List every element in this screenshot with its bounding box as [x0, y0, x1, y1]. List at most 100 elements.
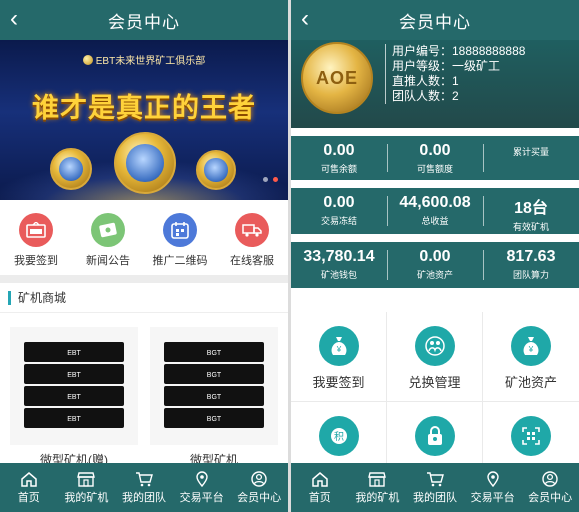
coin-icon [50, 148, 92, 190]
tab-trade[interactable]: 交易平台 [174, 470, 230, 505]
security-icon [414, 416, 455, 456]
shop-icon [77, 471, 96, 487]
tab-label: 我的矿机 [64, 491, 109, 504]
tab-home[interactable]: 首页 [292, 471, 348, 505]
stat-item[interactable]: 33,780.14 矿池钱包 [291, 242, 387, 288]
quick-actions: 我要签到 新闻公告 推广二维码 在线客服 [0, 200, 288, 283]
shop-icon [368, 471, 387, 487]
stats-row: 0.00 可售余额 0.00 可售额度 累计买量 [291, 136, 579, 180]
profile-card: AOE 用户编号：18888888888 用户等级：一级矿工 直推人数：1 团队… [291, 40, 579, 128]
svg-text:EBT: EBT [67, 372, 81, 379]
back-icon[interactable]: ‹ [301, 6, 309, 32]
section-header: 矿机商城 [0, 283, 288, 313]
grid-item-exchange[interactable]: 兑换管理 [387, 312, 483, 402]
svg-text:EBT: EBT [67, 416, 81, 423]
quick-support[interactable]: 在线客服 [222, 213, 282, 268]
left-screen: ‹ 会员中心 EBT未来世界矿工俱乐部 谁才是真正的王者 我要签到 新闻公告 推… [0, 0, 288, 512]
profile-info: 用户编号：18888888888 用户等级：一级矿工 直推人数：1 团队人数：2 [385, 44, 525, 104]
tab-label: 我的矿机 [355, 491, 400, 504]
quick-news[interactable]: 新闻公告 [78, 213, 138, 268]
user-id: 用户编号：18888888888 [392, 44, 526, 58]
grid-label: 矿池资产 [504, 375, 557, 390]
stat-item[interactable]: 0.00 可售余额 [291, 136, 387, 180]
quick-label: 新闻公告 [86, 255, 130, 267]
promo-banner[interactable]: EBT未来世界矿工俱乐部 谁才是真正的王者 [0, 40, 288, 200]
svg-text:BGT: BGT [207, 350, 222, 357]
right-screen: ‹ 会员中心 AOE 用户编号：18888888888 用户等级：一级矿工 直推… [291, 0, 579, 512]
tab-label: 首页 [308, 491, 331, 504]
stat-item[interactable]: 0.00 可售额度 [387, 136, 483, 180]
banner-slogan: 谁才是真正的王者 [32, 93, 256, 123]
tab-my-team[interactable]: 我的团队 [116, 471, 172, 505]
page-title: 会员中心 [108, 12, 180, 32]
quick-label: 推广二维码 [152, 255, 208, 267]
truck-icon [235, 213, 269, 247]
points-icon: 积 [318, 416, 359, 456]
tab-trade[interactable]: 交易平台 [465, 470, 521, 505]
header-bar: ‹ 会员中心 [0, 0, 288, 40]
product-card[interactable]: BGT BGT BGT BGT 微型矿机 [150, 327, 278, 468]
grid-label: 兑换管理 [408, 375, 461, 390]
section-accent-bar [8, 290, 11, 305]
tab-label: 交易平台 [179, 491, 224, 504]
svg-text:EBT: EBT [67, 394, 81, 401]
exchange-icon [414, 326, 455, 366]
coin-icon [82, 55, 93, 65]
quick-qrcode[interactable]: 推广二维码 [150, 213, 210, 268]
grid-item-sign-in[interactable]: ¥ 我要签到 [291, 312, 387, 402]
tab-label: 我的团队 [121, 491, 166, 504]
qrcode-icon [511, 416, 551, 456]
coin-icon [114, 132, 176, 194]
bottom-nav: 首页 我的矿机 我的团队 交易平台 会员中心 [291, 463, 579, 512]
stat-item[interactable]: 0.00 矿池资产 [387, 242, 483, 288]
svg-text:BGT: BGT [207, 394, 222, 401]
stat-item[interactable]: 累计买量 [483, 136, 579, 180]
location-icon [486, 470, 499, 487]
avatar-text: AOE [315, 67, 358, 88]
sign-in-icon [19, 213, 53, 247]
qrcode-icon [163, 213, 197, 247]
quick-label: 我要签到 [14, 255, 58, 267]
back-icon[interactable]: ‹ [10, 6, 18, 32]
stats-row: 0.00 交易冻结 44,600.08 总收益 18台 有效矿机 [291, 188, 579, 234]
home-icon [21, 471, 37, 487]
screenshot: ‹ 会员中心 EBT未来世界矿工俱乐部 谁才是真正的王者 我要签到 新闻公告 推… [0, 0, 579, 512]
stat-item[interactable]: 44,600.08 总收益 [387, 188, 483, 234]
tab-my-team[interactable]: 我的团队 [407, 471, 463, 505]
product-card[interactable]: EBT EBT EBT EBT 微型矿机(赠) [10, 327, 138, 468]
svg-text:积: 积 [334, 431, 344, 443]
header-bar: ‹ 会员中心 [291, 0, 579, 40]
banner-club-text: EBT未来世界矿工俱乐部 [95, 56, 206, 67]
section-title: 矿机商城 [18, 291, 67, 305]
team-size: 团队人数：2 [392, 89, 459, 103]
tab-member-center[interactable]: 会员中心 [231, 470, 287, 505]
svg-text:¥: ¥ [335, 345, 341, 354]
svg-text:BGT: BGT [207, 416, 222, 423]
coin-icon [196, 150, 236, 190]
quick-sign-in[interactable]: 我要签到 [6, 213, 66, 268]
bottom-nav: 首页 我的矿机 我的团队 交易平台 会员中心 [0, 463, 288, 512]
user-icon [251, 470, 267, 487]
tab-home[interactable]: 首页 [1, 471, 57, 505]
stat-item[interactable]: 0.00 交易冻结 [291, 188, 387, 234]
stat-item[interactable]: 18台 有效矿机 [483, 188, 579, 234]
carousel-dots[interactable] [263, 177, 278, 182]
user-icon [542, 470, 558, 487]
grid-item-pool-assets[interactable]: ¥ 矿池资产 [483, 312, 579, 402]
stat-item[interactable]: 817.63 团队算力 [483, 242, 579, 288]
tab-member-center[interactable]: 会员中心 [522, 470, 578, 505]
grid-label: 我要签到 [312, 375, 365, 390]
banner-club: EBT未来世界矿工俱乐部 [0, 52, 288, 67]
avatar[interactable]: AOE [301, 42, 373, 114]
money-bag-icon: ¥ [511, 326, 551, 366]
direct-referrals: 直推人数：1 [392, 74, 459, 88]
miner-image: EBT EBT EBT EBT [10, 327, 138, 445]
stats-row: 33,780.14 矿池钱包 0.00 矿池资产 817.63 团队算力 [291, 242, 579, 288]
tab-my-miners[interactable]: 我的矿机 [349, 471, 405, 505]
svg-text:EBT: EBT [67, 350, 81, 357]
quick-label: 在线客服 [230, 255, 274, 267]
location-icon [195, 470, 208, 487]
tab-label: 会员中心 [237, 491, 282, 504]
tab-label: 我的团队 [412, 491, 457, 504]
tab-my-miners[interactable]: 我的矿机 [58, 471, 114, 505]
